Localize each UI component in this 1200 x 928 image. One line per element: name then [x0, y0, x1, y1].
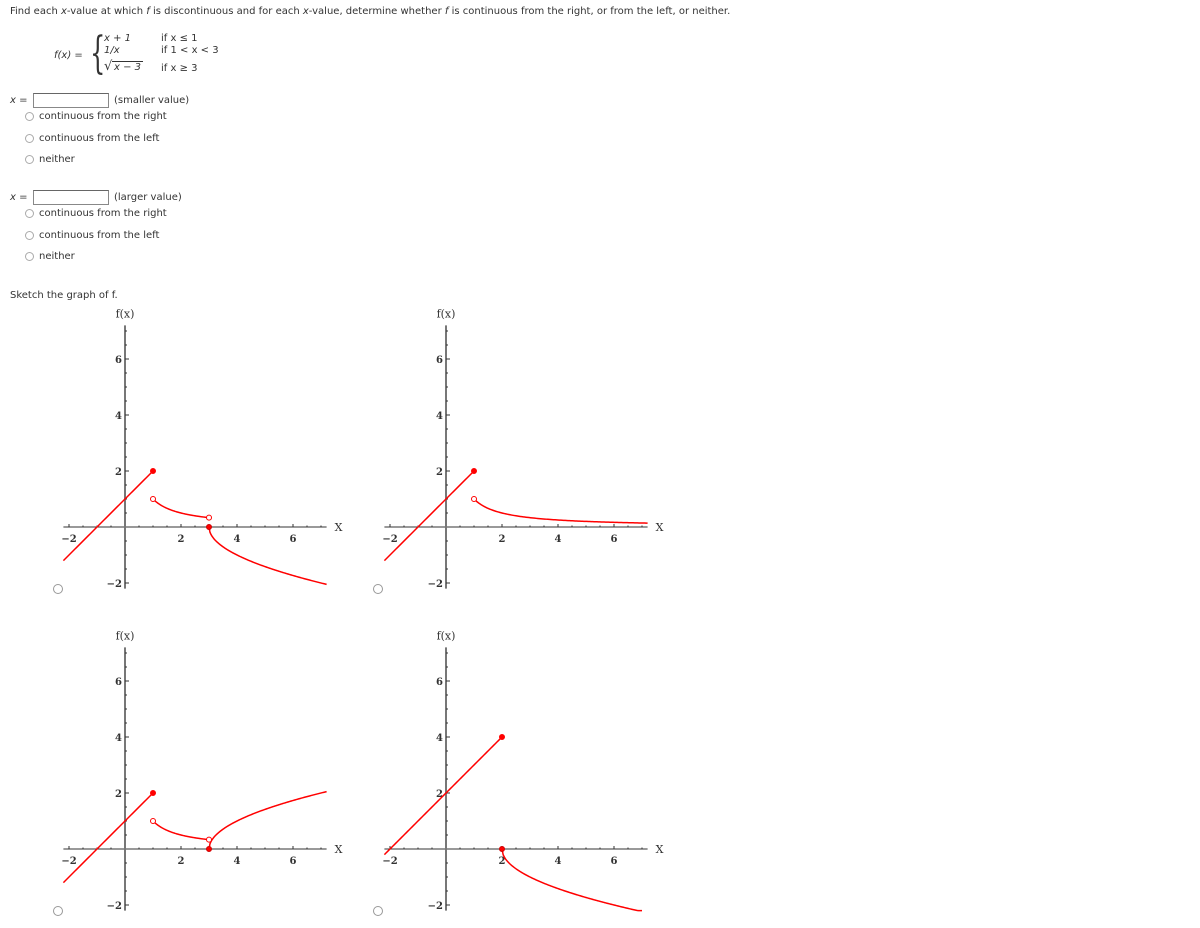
x-tick-label: −2	[61, 856, 76, 867]
graph-option-radio-3[interactable]	[53, 906, 63, 916]
y-axis-label: f(x)	[116, 629, 135, 642]
y-tick-label: 4	[436, 411, 443, 422]
x-axis-label: X	[656, 521, 664, 534]
curve-1-x	[152, 820, 210, 841]
y-tick-label: 6	[115, 677, 122, 688]
y-tick-label: 2	[436, 789, 443, 800]
x-tick-label: 2	[499, 534, 506, 545]
x-tick-label: 6	[611, 856, 618, 867]
x-tick-label: 6	[290, 534, 297, 545]
curve-x-1	[383, 470, 475, 562]
y-tick-label: 6	[436, 355, 443, 366]
graph-option-radio-1[interactable]	[53, 584, 63, 594]
closed-endpoint	[471, 468, 477, 474]
curve-x-1	[62, 470, 154, 562]
y-tick-label: 4	[115, 411, 122, 422]
y-tick-label: 6	[115, 355, 122, 366]
x-axis-label: X	[656, 843, 664, 856]
y-tick-label: −2	[428, 901, 443, 912]
y-tick-label: −2	[107, 901, 122, 912]
open-endpoint	[150, 496, 156, 502]
x-tick-label: 2	[178, 534, 185, 545]
curve-1-x	[473, 498, 648, 524]
y-tick-label: 6	[436, 677, 443, 688]
y-tick-label: 4	[436, 733, 443, 744]
x-axis-label: X	[335, 521, 343, 534]
x-tick-label: −2	[382, 856, 397, 867]
curve-x-2	[383, 736, 503, 856]
x-tick-label: 6	[611, 534, 618, 545]
curve-sqrt-x-3-	[208, 790, 327, 850]
x-tick-label: 2	[178, 856, 185, 867]
y-axis-label: f(x)	[437, 629, 456, 642]
y-tick-label: 4	[115, 733, 122, 744]
y-tick-label: 2	[115, 467, 122, 478]
x-tick-label: 4	[234, 534, 241, 545]
graph-option-radio-2[interactable]	[373, 584, 383, 594]
x-tick-label: −2	[61, 534, 76, 545]
x-axis-label: X	[335, 843, 343, 856]
open-endpoint	[206, 836, 212, 843]
y-axis-label: f(x)	[116, 307, 135, 320]
y-tick-label: −2	[107, 579, 122, 590]
y-tick-label: −2	[428, 579, 443, 590]
closed-endpoint	[206, 846, 212, 852]
curve-1-x	[152, 498, 210, 519]
x-tick-label: 6	[290, 856, 297, 867]
closed-endpoint	[499, 846, 505, 852]
closed-endpoint	[150, 468, 156, 474]
closed-endpoint	[150, 790, 156, 796]
graph-option-radio-4[interactable]	[373, 906, 383, 916]
y-tick-label: 2	[115, 789, 122, 800]
closed-endpoint	[206, 524, 212, 530]
x-tick-label: 4	[234, 856, 241, 867]
curve--sqrt-x-3-	[208, 526, 327, 586]
open-endpoint	[206, 514, 212, 521]
curve-x-1	[62, 792, 154, 884]
x-tick-label: 4	[555, 534, 562, 545]
x-tick-label: −2	[382, 534, 397, 545]
curve--sqrt-x-2-	[501, 848, 642, 912]
closed-endpoint	[499, 734, 505, 740]
graph-options-canvas: −2 2 4 6 −2 2 4 6 Xf(x) −2 2 4 6 −2 2 4 6 Xf(x) −2 2 4 6 −2 2 4 6…	[61, 307, 664, 912]
y-axis-label: f(x)	[437, 307, 456, 320]
open-endpoint	[471, 496, 477, 502]
y-tick-label: 2	[436, 467, 443, 478]
x-tick-label: 4	[555, 856, 562, 867]
open-endpoint	[150, 818, 156, 824]
